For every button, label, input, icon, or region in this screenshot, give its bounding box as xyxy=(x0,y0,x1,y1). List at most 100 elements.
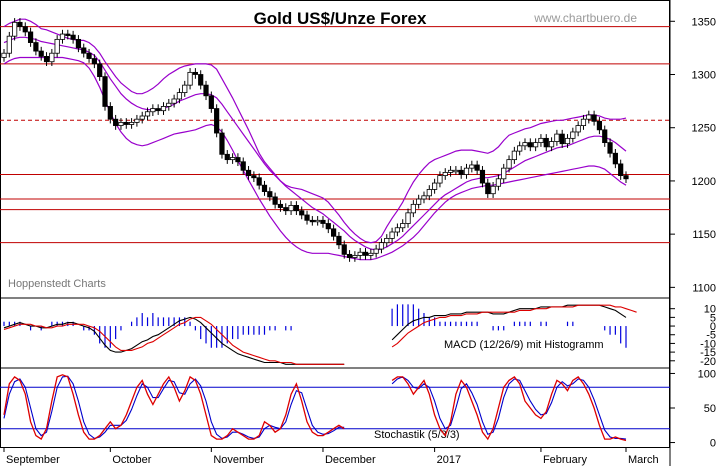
candle-body xyxy=(208,95,214,109)
candle-body xyxy=(352,255,358,258)
candle-body xyxy=(198,74,204,86)
price-tick-label: 1350 xyxy=(692,16,716,28)
candle-body xyxy=(570,131,576,139)
candle-body xyxy=(219,132,225,155)
candle-body xyxy=(623,175,629,180)
candle-body xyxy=(315,219,321,223)
candle-body xyxy=(245,169,252,177)
macd-tick-label: -20 xyxy=(700,356,716,368)
candle-body xyxy=(272,196,278,205)
candle-body xyxy=(506,159,512,169)
candle-body xyxy=(384,237,390,244)
candle-body xyxy=(97,63,103,78)
candle-body xyxy=(331,228,337,237)
candle-body xyxy=(81,47,87,54)
candle-body xyxy=(6,35,12,54)
candle-body xyxy=(304,214,310,221)
candle-body xyxy=(602,129,608,144)
candle-body xyxy=(591,114,597,122)
price-tick-label: 1250 xyxy=(692,123,716,135)
candle-body xyxy=(373,248,379,254)
candle-body xyxy=(596,120,603,131)
candle-body xyxy=(176,92,183,100)
candle-body xyxy=(251,175,257,179)
candle-body xyxy=(128,121,135,125)
candle-body xyxy=(564,137,571,145)
candle-body xyxy=(426,189,432,197)
candle-body xyxy=(485,182,491,195)
candle-body xyxy=(490,185,496,195)
candle-body xyxy=(224,153,230,161)
stochastic-tick-label: 0 xyxy=(710,438,716,450)
candle-body xyxy=(410,203,416,214)
candle-body xyxy=(235,157,241,163)
candle-body xyxy=(256,177,262,186)
candle-body xyxy=(511,150,517,161)
candle-body xyxy=(416,198,422,205)
candle-body xyxy=(421,195,427,200)
candle-body xyxy=(501,167,507,180)
source-label: Hoppenstedt Charts xyxy=(8,278,106,290)
candle-body xyxy=(139,115,145,120)
candle-body xyxy=(469,164,475,169)
candle-body xyxy=(283,207,289,212)
candle-body xyxy=(463,167,470,175)
candle-body xyxy=(437,175,443,184)
candle-body xyxy=(150,108,156,113)
candle-body xyxy=(495,178,502,187)
month-tick-label: February xyxy=(543,454,588,466)
candle-body xyxy=(166,102,172,107)
candle-body xyxy=(155,108,161,112)
candle-body xyxy=(299,210,305,216)
candle-body xyxy=(22,26,28,33)
chart-title: Gold US$/Unze Forex xyxy=(254,9,427,28)
candle-body xyxy=(575,125,581,133)
candle-body xyxy=(75,38,82,49)
candle-body xyxy=(240,161,246,171)
candle-body xyxy=(453,169,459,173)
month-tick-label: December xyxy=(325,454,376,466)
candle-body xyxy=(389,231,395,239)
candle-body xyxy=(65,33,71,36)
month-tick-label: October xyxy=(112,454,151,466)
candle-body xyxy=(113,118,119,126)
candle-body xyxy=(432,182,438,190)
candle-body xyxy=(17,21,23,28)
background xyxy=(0,0,723,466)
candle-body xyxy=(517,145,523,152)
candle-body xyxy=(618,163,624,177)
candle-body xyxy=(554,133,560,142)
candle-body xyxy=(288,205,294,212)
macd-label: MACD (12/26/9) mit Histogramm xyxy=(444,339,604,351)
candle-body xyxy=(43,56,50,63)
candle-body xyxy=(187,71,193,86)
month-tick-label: March xyxy=(628,454,659,466)
candle-body xyxy=(522,142,528,147)
month-tick-label: 2017 xyxy=(437,454,461,466)
candle-body xyxy=(357,251,363,256)
stochastic-tick-label: 50 xyxy=(704,403,716,415)
candle-body xyxy=(144,111,151,117)
chart-root: Gold US$/Unze Forex www.chartbuero.de Ho… xyxy=(0,0,723,466)
candle-body xyxy=(533,142,539,148)
candle-body xyxy=(368,252,374,256)
candle-body xyxy=(346,253,353,258)
candle-body xyxy=(362,251,369,256)
candle-body xyxy=(59,33,66,40)
candle-body xyxy=(442,172,448,177)
candle-body xyxy=(309,219,315,223)
candle-body xyxy=(267,191,273,198)
candle-body xyxy=(160,106,167,112)
candle-body xyxy=(474,164,480,171)
candle-body xyxy=(336,235,342,246)
candle-body xyxy=(538,137,544,144)
candle-body xyxy=(293,205,299,212)
candle-body xyxy=(86,52,92,59)
candle-body xyxy=(559,133,565,145)
candle-body xyxy=(70,34,76,40)
candle-body xyxy=(229,157,236,161)
candle-body xyxy=(405,212,411,224)
candle-body xyxy=(123,121,129,125)
candle-body xyxy=(214,108,220,134)
candle-body xyxy=(171,98,177,104)
